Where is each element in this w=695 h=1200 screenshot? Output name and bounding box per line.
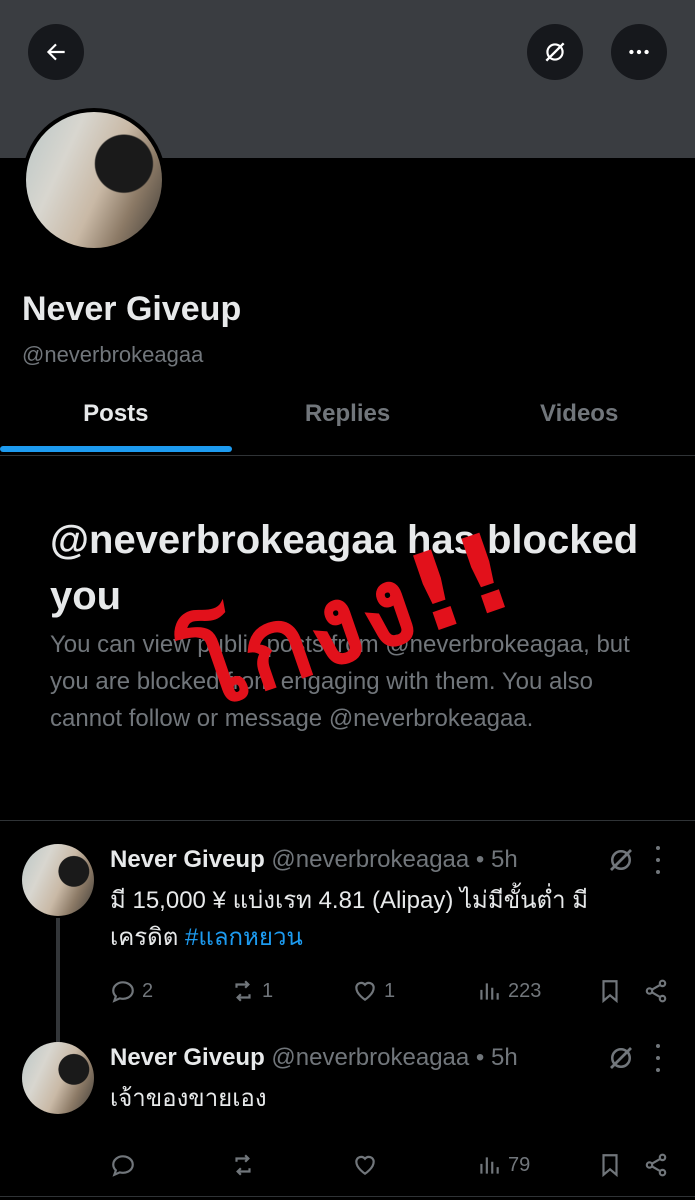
grok-icon — [545, 42, 565, 62]
like-button[interactable]: 1 — [352, 978, 395, 1004]
repost-count: 1 — [262, 979, 274, 1002]
views-chart-icon — [480, 1157, 499, 1174]
bookmark-icon — [602, 980, 618, 1004]
back-button[interactable] — [28, 24, 84, 80]
post-avatar[interactable] — [22, 844, 94, 916]
post-header: Never Giveup @neverbrokeagaa • 5h — [110, 846, 518, 874]
profile-display-name: Never Giveup — [22, 290, 242, 328]
profile-handle: @neverbrokeagaa — [22, 342, 204, 367]
more-icon — [629, 49, 649, 55]
reply-icon — [112, 1155, 134, 1177]
post-body: มี 15,000 ¥ แบ่งเรท 4.81 (Alipay) ไม่มีข… — [110, 887, 589, 951]
grok-icon[interactable] — [606, 1043, 636, 1073]
like-count: 1 — [384, 979, 396, 1002]
repost-icon — [235, 980, 251, 1002]
back-arrow-icon — [46, 43, 65, 61]
post-more-icon[interactable] — [653, 846, 663, 874]
share-icon — [645, 1153, 667, 1177]
section-divider — [0, 820, 695, 821]
share-icon — [645, 979, 667, 1003]
post-author-name[interactable]: Never Giveup — [110, 846, 265, 873]
reply-icon — [112, 981, 134, 1003]
post-hashtag[interactable]: #แลกหยวน — [185, 924, 303, 951]
more-options-button[interactable] — [611, 24, 667, 80]
share-button[interactable] — [643, 1152, 669, 1178]
heart-icon — [355, 1155, 375, 1175]
repost-icon — [235, 1154, 251, 1176]
post-meta: @neverbrokeagaa • 5h — [271, 1044, 518, 1071]
tab-replies[interactable]: Replies — [232, 380, 464, 448]
tab-posts[interactable]: Posts — [0, 380, 232, 452]
views-chart-icon — [480, 983, 499, 1000]
post-more-icon[interactable] — [653, 1044, 663, 1072]
share-button[interactable] — [643, 978, 669, 1004]
heart-icon — [355, 981, 375, 1001]
post-text: เจ้าของขายเอง — [110, 1080, 650, 1117]
repost-button[interactable]: 1 — [230, 978, 273, 1004]
reply-count: 2 — [142, 979, 154, 1002]
post-avatar[interactable] — [22, 1042, 94, 1114]
tab-videos[interactable]: Videos — [463, 380, 695, 448]
bookmark-icon — [602, 1154, 618, 1178]
profile-avatar[interactable] — [22, 108, 166, 252]
views-button[interactable]: 79 — [476, 1152, 530, 1178]
grok-button[interactable] — [527, 24, 583, 80]
bookmark-button[interactable] — [597, 978, 623, 1004]
grok-icon[interactable] — [606, 845, 636, 875]
post-author-name[interactable]: Never Giveup — [110, 1044, 265, 1071]
view-count: 223 — [508, 979, 542, 1002]
reply-button[interactable] — [110, 1152, 142, 1178]
thread-line — [56, 918, 60, 1044]
post-text: มี 15,000 ¥ แบ่งเรท 4.81 (Alipay) ไม่มีข… — [110, 882, 650, 956]
repost-button[interactable] — [230, 1152, 262, 1178]
post-header: Never Giveup @neverbrokeagaa • 5h — [110, 1044, 518, 1072]
profile-tabs: Posts Replies Videos — [0, 380, 695, 456]
post-body: เจ้าของขายเอง — [110, 1085, 267, 1112]
view-count: 79 — [508, 1153, 531, 1176]
views-button[interactable]: 223 — [476, 978, 541, 1004]
section-divider — [0, 1196, 695, 1197]
post-meta: @neverbrokeagaa • 5h — [271, 846, 518, 873]
like-button[interactable] — [352, 1152, 384, 1178]
reply-button[interactable]: 2 — [110, 978, 153, 1004]
bookmark-button[interactable] — [597, 1152, 623, 1178]
